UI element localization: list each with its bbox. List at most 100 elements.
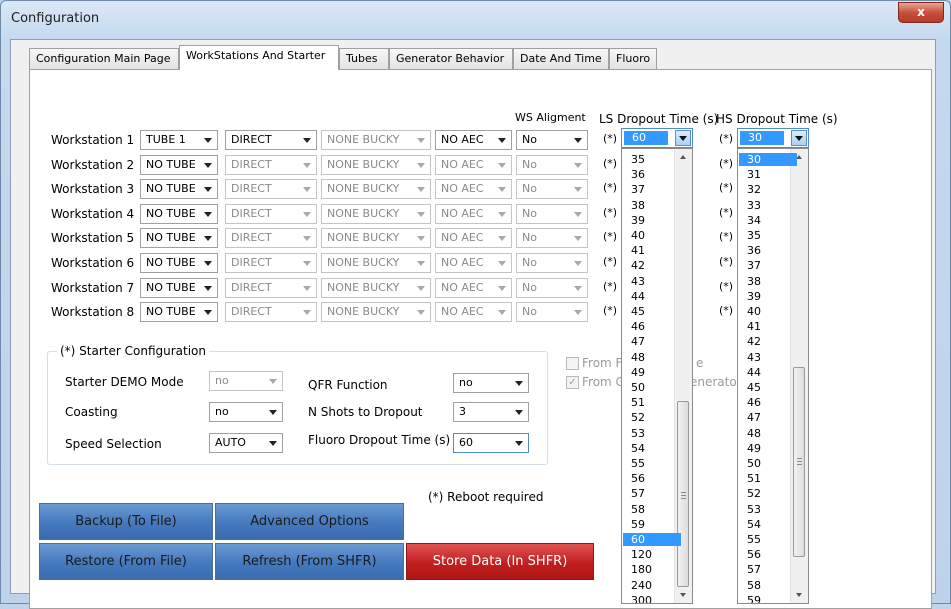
dropdown-option[interactable]: 59 <box>623 518 681 531</box>
store-data-button[interactable]: Store Data (In SHFR) <box>406 543 594 580</box>
tab-date-and-time[interactable]: Date And Time <box>513 48 609 69</box>
bucky-select[interactable]: NONE BUCKY <box>321 253 431 273</box>
dropdown-option[interactable]: 59 <box>739 594 797 603</box>
dropdown-option[interactable]: 56 <box>739 548 797 561</box>
dropdown-option[interactable]: 55 <box>739 533 797 546</box>
tube-select[interactable]: TUBE 1 <box>140 130 218 150</box>
dropdown-option[interactable]: 47 <box>623 335 681 348</box>
dropdown-option[interactable]: 37 <box>623 183 681 196</box>
dropdown-option[interactable]: 180 <box>623 563 681 576</box>
dropdown-option[interactable]: 48 <box>739 427 797 440</box>
dropdown-option[interactable]: 56 <box>623 472 681 485</box>
dropdown-option[interactable]: 58 <box>623 503 681 516</box>
ws-alignment-select[interactable]: No <box>516 278 588 298</box>
dropdown-option[interactable]: 40 <box>623 229 681 242</box>
dropdown-option[interactable]: 42 <box>623 259 681 272</box>
dropdown-option[interactable]: 35 <box>623 153 681 166</box>
hs-dropout-list[interactable]: 30 31 32 33 34 35 36 37 38 39 40 41 42 43 44 45 46 47 48 49… <box>737 148 809 604</box>
dropdown-option[interactable]: 50 <box>623 381 681 394</box>
ws-alignment-select[interactable]: No <box>516 179 588 199</box>
bucky-select[interactable]: NONE BUCKY <box>321 302 431 322</box>
chevron-down-icon[interactable] <box>675 130 691 146</box>
dropdown-option[interactable]: 57 <box>623 487 681 500</box>
close-button[interactable]: x <box>898 2 944 23</box>
tab-tubes[interactable]: Tubes <box>339 48 389 69</box>
refresh-button[interactable]: Refresh (From SHFR) <box>215 543 404 580</box>
dropdown-option[interactable]: 54 <box>739 518 797 531</box>
qfr-function-select[interactable]: no <box>453 373 529 393</box>
dropdown-option[interactable]: 41 <box>739 320 797 333</box>
dropdown-option[interactable]: 49 <box>623 366 681 379</box>
dropdown-option[interactable]: 44 <box>623 290 681 303</box>
dropdown-option[interactable]: 49 <box>739 442 797 455</box>
tube-select[interactable]: NO TUBE <box>140 179 218 199</box>
dropdown-option[interactable]: 48 <box>623 351 681 364</box>
dropdown-option[interactable]: 39 <box>623 214 681 227</box>
mode-select[interactable]: DIRECT <box>225 130 317 150</box>
aec-select[interactable]: NO AEC <box>435 130 512 150</box>
mode-select[interactable]: DIRECT <box>225 302 317 322</box>
mode-select[interactable]: DIRECT <box>225 253 317 273</box>
aec-select[interactable]: NO AEC <box>435 228 512 248</box>
dropdown-option[interactable]: 54 <box>623 442 681 455</box>
dropdown-option[interactable]: 35 <box>739 229 797 242</box>
aec-select[interactable]: NO AEC <box>435 253 512 273</box>
dropdown-option[interactable]: 30 <box>739 153 797 166</box>
tube-select[interactable]: NO TUBE <box>140 228 218 248</box>
tab-workstations-and-starter[interactable]: WorkStations And Starter <box>179 45 339 70</box>
mode-select[interactable]: DIRECT <box>225 278 317 298</box>
dropdown-option[interactable]: 52 <box>623 411 681 424</box>
dropdown-option[interactable]: 58 <box>739 579 797 592</box>
chevron-down-icon[interactable] <box>791 130 807 146</box>
dropdown-option[interactable]: 37 <box>739 259 797 272</box>
dropdown-option[interactable]: 60 <box>623 533 681 546</box>
coasting-select[interactable]: no <box>209 402 283 422</box>
ls-dropout-select[interactable]: 60 <box>621 128 693 148</box>
dropdown-option[interactable]: 47 <box>739 411 797 424</box>
fluoro-dropout-select[interactable]: 60 <box>453 433 529 453</box>
dropdown-option[interactable]: 50 <box>739 457 797 470</box>
ws-alignment-select[interactable]: No <box>516 155 588 175</box>
aec-select[interactable]: NO AEC <box>435 155 512 175</box>
mode-select[interactable]: DIRECT <box>225 204 317 224</box>
dropdown-option[interactable]: 36 <box>739 244 797 257</box>
dropdown-option[interactable]: 51 <box>623 396 681 409</box>
dropdown-option[interactable]: 46 <box>739 396 797 409</box>
bucky-select[interactable]: NONE BUCKY <box>321 228 431 248</box>
dropdown-option[interactable]: 51 <box>739 472 797 485</box>
aec-select[interactable]: NO AEC <box>435 278 512 298</box>
dropdown-option[interactable]: 45 <box>623 305 681 318</box>
dropdown-option[interactable]: 34 <box>739 214 797 227</box>
tube-select[interactable]: NO TUBE <box>140 302 218 322</box>
backup-button[interactable]: Backup (To File) <box>39 503 213 540</box>
restore-button[interactable]: Restore (From File) <box>39 543 213 580</box>
hs-dropout-select[interactable]: 30 <box>737 128 809 148</box>
dropdown-option[interactable]: 43 <box>739 351 797 364</box>
tab-generator-behavior[interactable]: Generator Behavior <box>389 48 513 69</box>
dropdown-option[interactable]: 40 <box>739 305 797 318</box>
tube-select[interactable]: NO TUBE <box>140 253 218 273</box>
from-fluoro-checkbox[interactable] <box>566 357 579 370</box>
dropdown-option[interactable]: 45 <box>739 381 797 394</box>
dropdown-option[interactable]: 46 <box>623 320 681 333</box>
dropdown-option[interactable]: 120 <box>623 548 681 561</box>
bucky-select[interactable]: NONE BUCKY <box>321 155 431 175</box>
dropdown-option[interactable]: 53 <box>623 427 681 440</box>
tab-configuration-main-page[interactable]: Configuration Main Page <box>29 48 179 69</box>
tube-select[interactable]: NO TUBE <box>140 278 218 298</box>
ws-alignment-select[interactable]: No <box>516 253 588 273</box>
mode-select[interactable]: DIRECT <box>225 228 317 248</box>
tube-select[interactable]: NO TUBE <box>140 155 218 175</box>
bucky-select[interactable]: NONE BUCKY <box>321 130 431 150</box>
bucky-select[interactable]: NONE BUCKY <box>321 204 431 224</box>
dropdown-option[interactable]: 38 <box>739 275 797 288</box>
ws-alignment-select[interactable]: No <box>516 228 588 248</box>
aec-select[interactable]: NO AEC <box>435 204 512 224</box>
ws-alignment-select[interactable]: No <box>516 204 588 224</box>
dropdown-option[interactable]: 240 <box>623 579 681 592</box>
n-shots-select[interactable]: 3 <box>453 402 529 422</box>
dropdown-option[interactable]: 38 <box>623 199 681 212</box>
dropdown-option[interactable]: 44 <box>739 366 797 379</box>
speed-selection-select[interactable]: AUTO <box>209 433 283 453</box>
dropdown-option[interactable]: 31 <box>739 168 797 181</box>
